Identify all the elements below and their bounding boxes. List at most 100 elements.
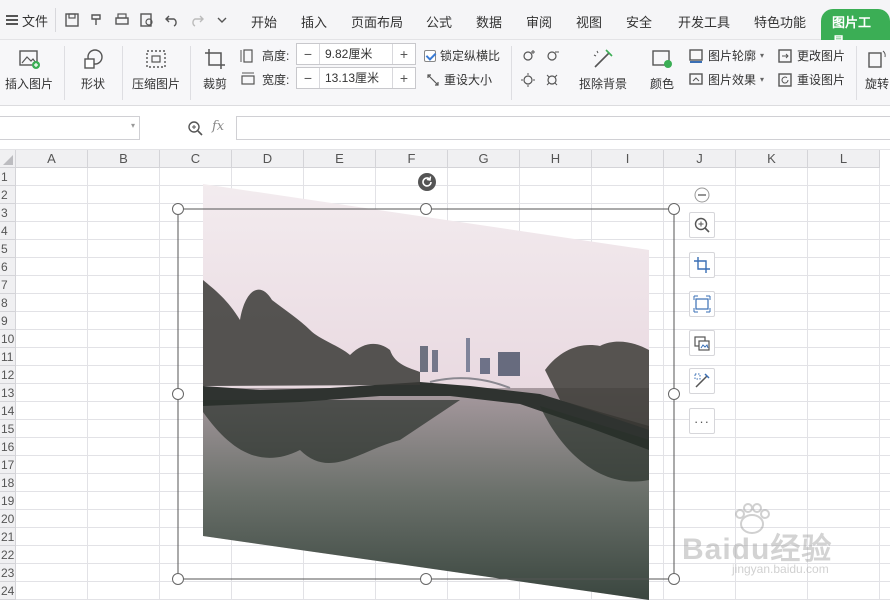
reset-size-button[interactable]: 重设大小	[426, 71, 492, 88]
zoom-find-icon[interactable]	[187, 120, 203, 136]
resize-handle-bottom-left[interactable]	[172, 573, 184, 585]
rotate-button[interactable]: 旋转	[860, 46, 890, 92]
lock-aspect-ratio-checkbox[interactable]: 锁定纵横比	[424, 47, 500, 64]
shape-icon	[79, 46, 107, 72]
increase-brightness-icon[interactable]	[520, 48, 536, 64]
height-increase-button[interactable]: +	[393, 46, 415, 62]
remove-background-icon	[589, 46, 617, 72]
reset-picture-icon	[778, 72, 792, 87]
height-label: 高度:	[262, 49, 290, 63]
resize-handle-left[interactable]	[172, 388, 184, 400]
width-increase-button[interactable]: +	[393, 70, 415, 86]
decrease-contrast-icon[interactable]	[544, 72, 560, 88]
chevron-down-icon: ▾	[760, 51, 765, 60]
chevron-down-icon[interactable]: ▾	[131, 121, 135, 130]
formula-bar: ▾ fx	[0, 106, 890, 150]
tab-home[interactable]: 开始	[251, 12, 277, 31]
height-input[interactable]: 9.82厘米	[319, 44, 393, 64]
rotate-icon	[863, 46, 890, 72]
color-label: 颜色	[649, 77, 674, 91]
file-menu-button[interactable]: 文件	[0, 8, 48, 32]
collapse-toolbar-icon[interactable]	[694, 187, 710, 203]
tab-data[interactable]: 数据	[476, 12, 502, 31]
tab-special-features[interactable]: 特色功能	[754, 12, 806, 31]
resize-handle-bottom[interactable]	[420, 573, 432, 585]
height-decrease-button[interactable]: −	[297, 46, 319, 62]
change-picture-label: 更改图片	[797, 49, 846, 63]
lock-aspect-ratio-label: 锁定纵横比	[440, 49, 501, 63]
menu-icon	[6, 15, 18, 25]
replace-picture-button[interactable]	[689, 330, 715, 356]
compress-picture-button[interactable]: 压缩图片	[128, 46, 184, 92]
print-preview-icon[interactable]	[139, 12, 155, 28]
formula-input[interactable]	[236, 116, 890, 140]
spreadsheet-grid[interactable]: ABCDEFGHIJKL 1 2 3 4 5 6 7 8 9 10 11 12 13 14 15 16 17 18…	[0, 150, 890, 600]
print-icon[interactable]	[114, 12, 130, 28]
checkbox-checked-icon	[424, 49, 436, 62]
insert-picture-button[interactable]: 插入图片	[0, 46, 58, 92]
fx-icon[interactable]: fx	[212, 119, 224, 134]
height-icon	[240, 49, 253, 63]
zoom-in-icon	[694, 217, 710, 233]
tab-formulas[interactable]: 公式	[426, 12, 452, 31]
reset-size-label: 重设大小	[444, 73, 493, 87]
change-picture-icon	[778, 48, 792, 63]
file-menu-label: 文件	[22, 13, 49, 29]
compress-picture-icon	[142, 46, 170, 72]
tab-developer[interactable]: 开发工具	[678, 12, 730, 31]
undo-icon[interactable]	[164, 12, 180, 28]
more-options-button[interactable]: ···	[689, 408, 715, 434]
crop-picture-button[interactable]	[689, 252, 715, 278]
reset-picture-label: 重设图片	[797, 73, 846, 87]
decrease-brightness-icon[interactable]	[544, 48, 560, 64]
tab-view[interactable]: 视图	[576, 12, 602, 31]
crop-icon	[694, 257, 710, 273]
tab-page-layout[interactable]: 页面布局	[351, 12, 403, 31]
save-icon[interactable]	[64, 12, 80, 28]
picture-outline-button[interactable]: 图片轮廓 ▾	[688, 47, 764, 64]
crop-button[interactable]: 裁剪	[196, 46, 234, 92]
width-input[interactable]: 13.13厘米	[319, 68, 393, 88]
width-icon	[241, 72, 255, 85]
shape-label: 形状	[80, 77, 105, 91]
rotate-label: 旋转	[864, 77, 889, 91]
resize-handle-top[interactable]	[420, 203, 432, 215]
remove-background-quick-button[interactable]	[689, 368, 715, 394]
tab-security[interactable]: 安全	[626, 12, 652, 31]
format-painter-icon[interactable]	[89, 12, 105, 28]
resize-handle-right[interactable]	[668, 388, 680, 400]
picture-effects-icon	[689, 72, 703, 85]
tab-review[interactable]: 审阅	[526, 12, 552, 31]
width-spinner[interactable]: − 13.13厘米 +	[296, 67, 416, 89]
watermark: Baidu经验 jingyan.baidu.com	[676, 498, 890, 578]
height-spinner[interactable]: − 9.82厘米 +	[296, 43, 416, 65]
change-picture-button[interactable]: 更改图片	[777, 47, 845, 64]
color-button[interactable]: 颜色	[642, 46, 682, 92]
picture-outline-icon	[689, 48, 703, 63]
zoom-picture-button[interactable]	[689, 212, 715, 238]
insert-picture-icon	[15, 46, 43, 72]
color-icon	[648, 46, 676, 72]
picture-effects-button[interactable]: 图片效果 ▾	[688, 71, 764, 88]
rotate-handle-icon[interactable]	[417, 172, 437, 192]
resize-handle-top-right[interactable]	[668, 203, 680, 215]
customize-toolbar-icon[interactable]	[214, 12, 230, 28]
more-icon: ···	[694, 413, 710, 429]
resize-handle-top-left[interactable]	[172, 203, 184, 215]
crop-label: 裁剪	[202, 77, 227, 91]
tab-insert[interactable]: 插入	[301, 12, 327, 31]
picture-effects-label: 图片效果	[708, 73, 757, 87]
reset-size-icon	[427, 73, 439, 86]
remove-background-button[interactable]: 抠除背景	[572, 46, 634, 92]
replace-picture-icon	[694, 336, 710, 351]
width-decrease-button[interactable]: −	[297, 70, 319, 86]
redo-icon[interactable]	[189, 12, 205, 28]
chevron-down-icon: ▾	[760, 75, 765, 84]
increase-contrast-icon[interactable]	[520, 72, 536, 88]
remove-background-label: 抠除背景	[578, 77, 627, 91]
reset-picture-button[interactable]: 重设图片	[777, 71, 845, 88]
shape-button[interactable]: 形状	[70, 46, 116, 92]
fit-picture-button[interactable]	[689, 291, 715, 317]
watermark-url: jingyan.baidu.com	[732, 562, 829, 576]
name-box[interactable]: ▾	[0, 116, 140, 140]
